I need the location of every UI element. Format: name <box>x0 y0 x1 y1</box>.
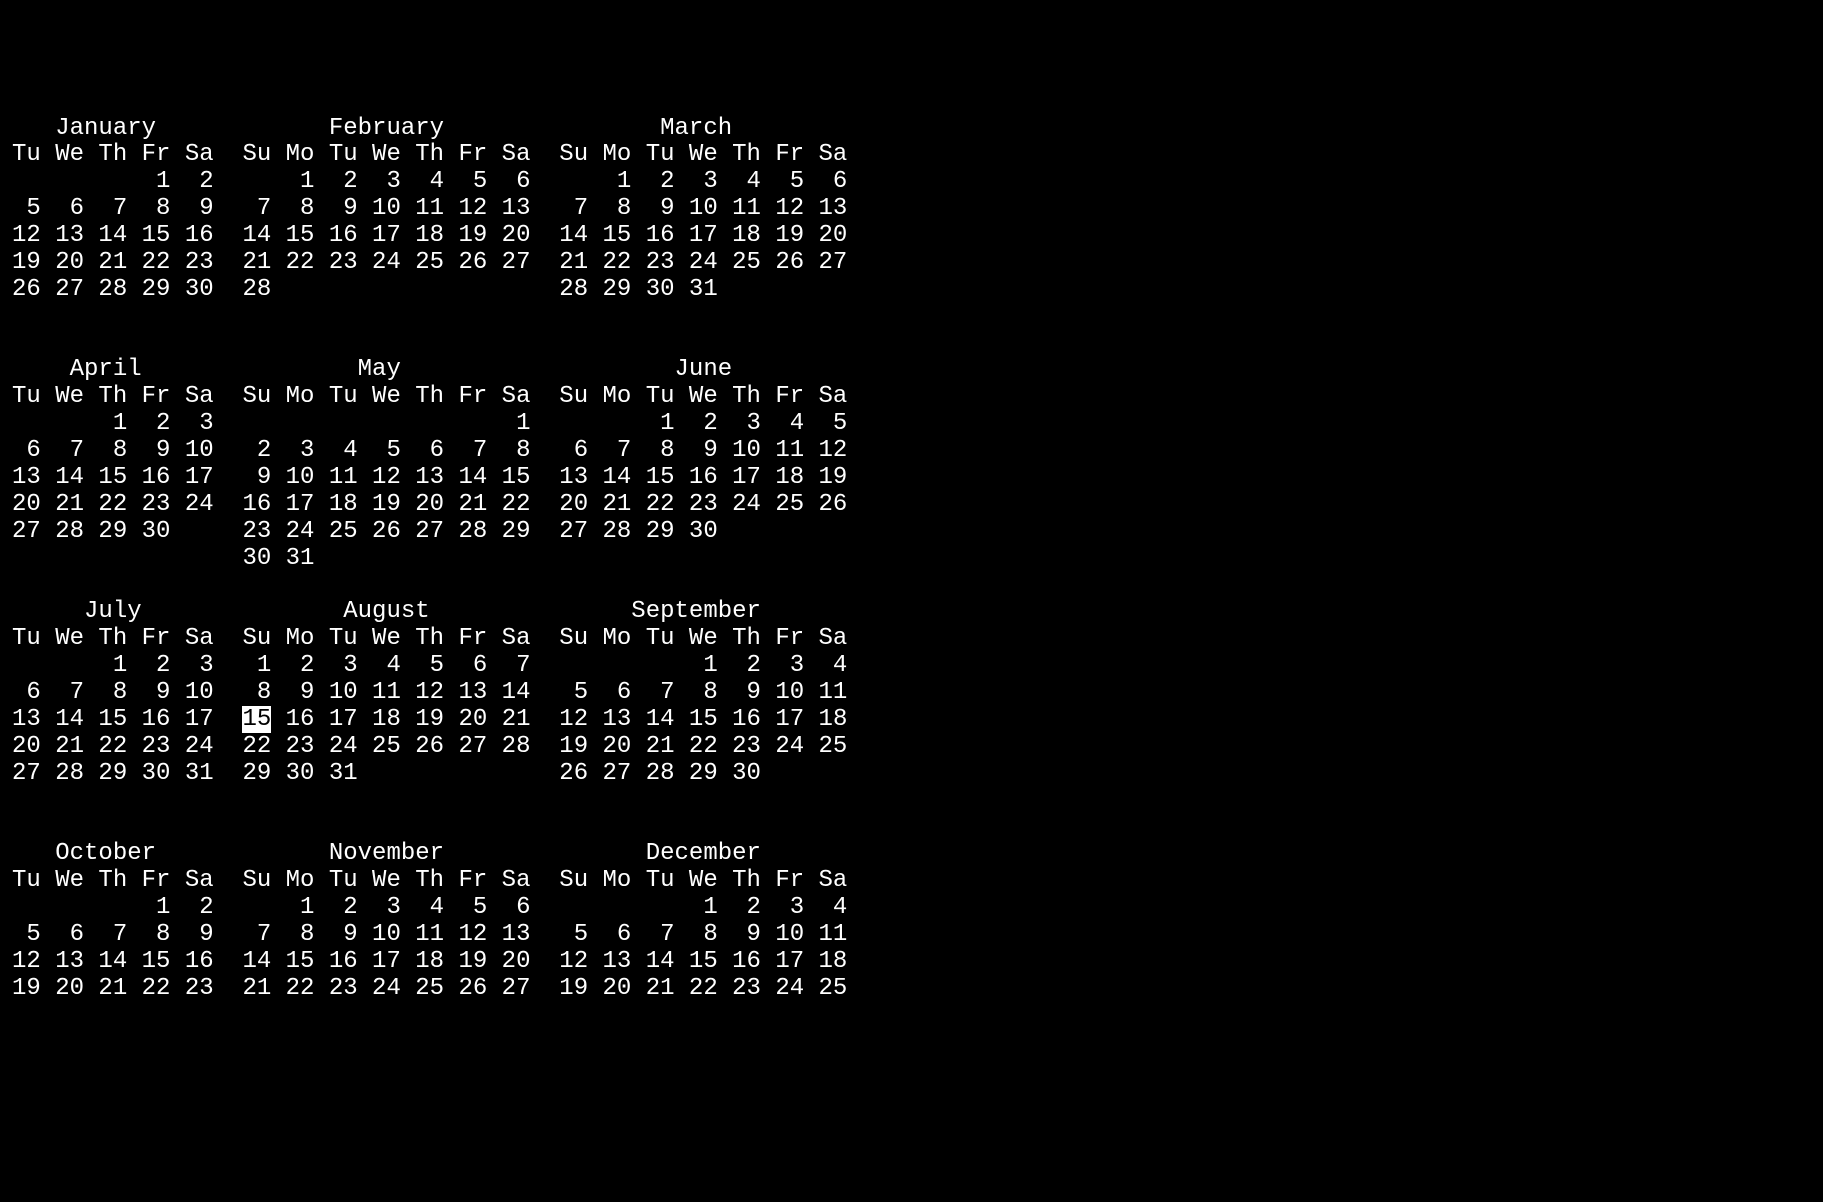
terminal-calendar-output: January February March Tu We Th Fr Sa Su… <box>12 116 1811 1003</box>
current-date-highlight: 15 <box>242 706 271 733</box>
